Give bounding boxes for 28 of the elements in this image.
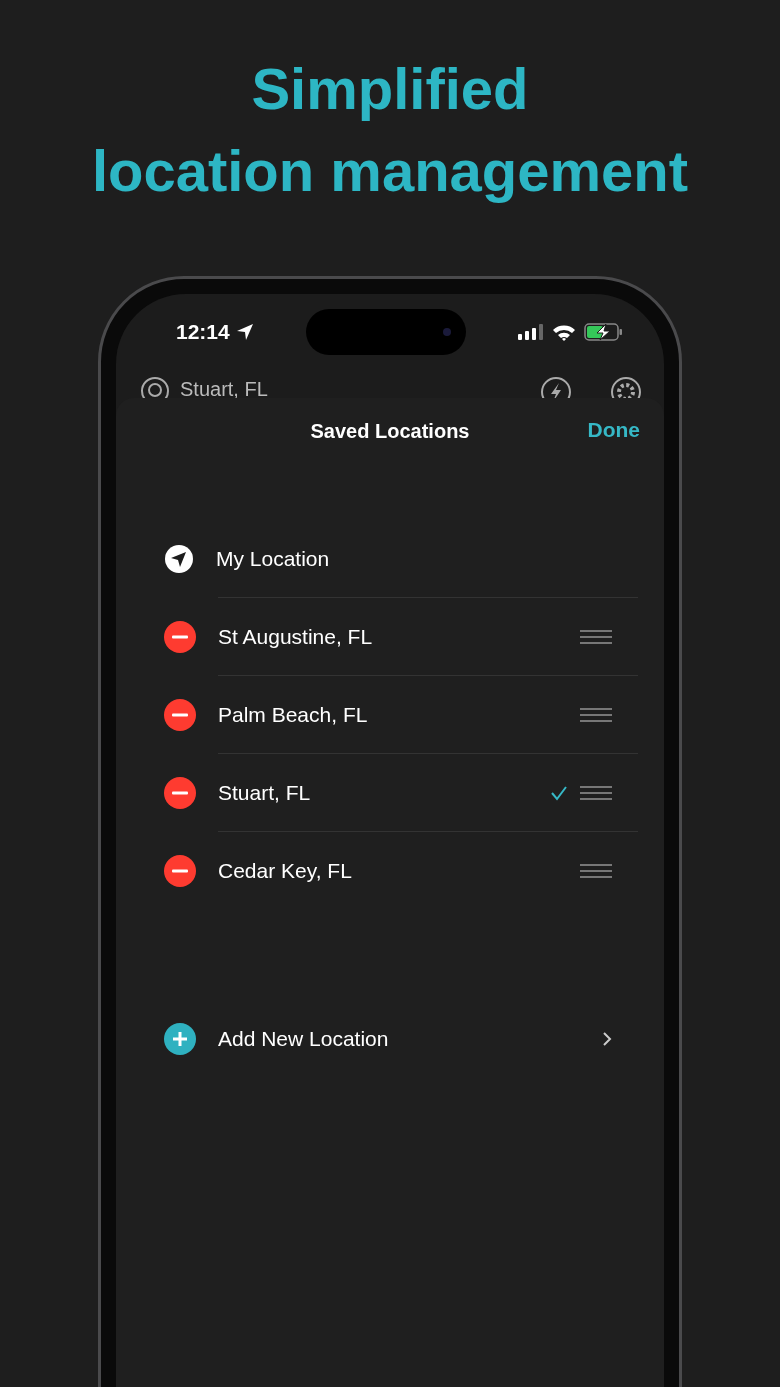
location-name[interactable]: My Location (216, 546, 330, 571)
battery-charging-icon (584, 323, 624, 341)
delete-icon[interactable] (164, 620, 196, 653)
done-button[interactable]: Done (587, 418, 640, 442)
signal-icon (518, 324, 544, 340)
headline: Simplified (251, 55, 529, 123)
location-name[interactable]: Cedar Key, FL (218, 858, 352, 883)
headline: location management (91, 137, 689, 205)
delete-icon[interactable] (164, 698, 196, 731)
location-name[interactable]: St Augustine, FL (218, 624, 373, 649)
location-name[interactable]: Stuart, FL (218, 780, 311, 805)
delete-icon[interactable] (164, 776, 196, 809)
search-field[interactable]: Stuart, FL (180, 376, 268, 398)
location-arrow-icon (235, 323, 254, 341)
plus-icon (164, 1023, 196, 1055)
delete-icon[interactable] (164, 854, 196, 887)
camera-icon (441, 327, 452, 337)
reorder-handle-icon[interactable] (580, 706, 612, 723)
status-time: 12:14 (176, 320, 230, 344)
add-location-button[interactable]: Add New Location (116, 1009, 664, 1069)
location-name[interactable]: Palm Beach, FL (218, 702, 368, 727)
reorder-handle-icon[interactable] (580, 862, 612, 879)
search-icon[interactable] (140, 376, 170, 398)
reorder-handle-icon[interactable] (580, 628, 612, 645)
chevron-right-icon (602, 1031, 612, 1047)
wifi-icon (552, 323, 576, 341)
reorder-handle-icon[interactable] (580, 784, 612, 801)
sheet-title: Saved Locations (310, 419, 470, 443)
